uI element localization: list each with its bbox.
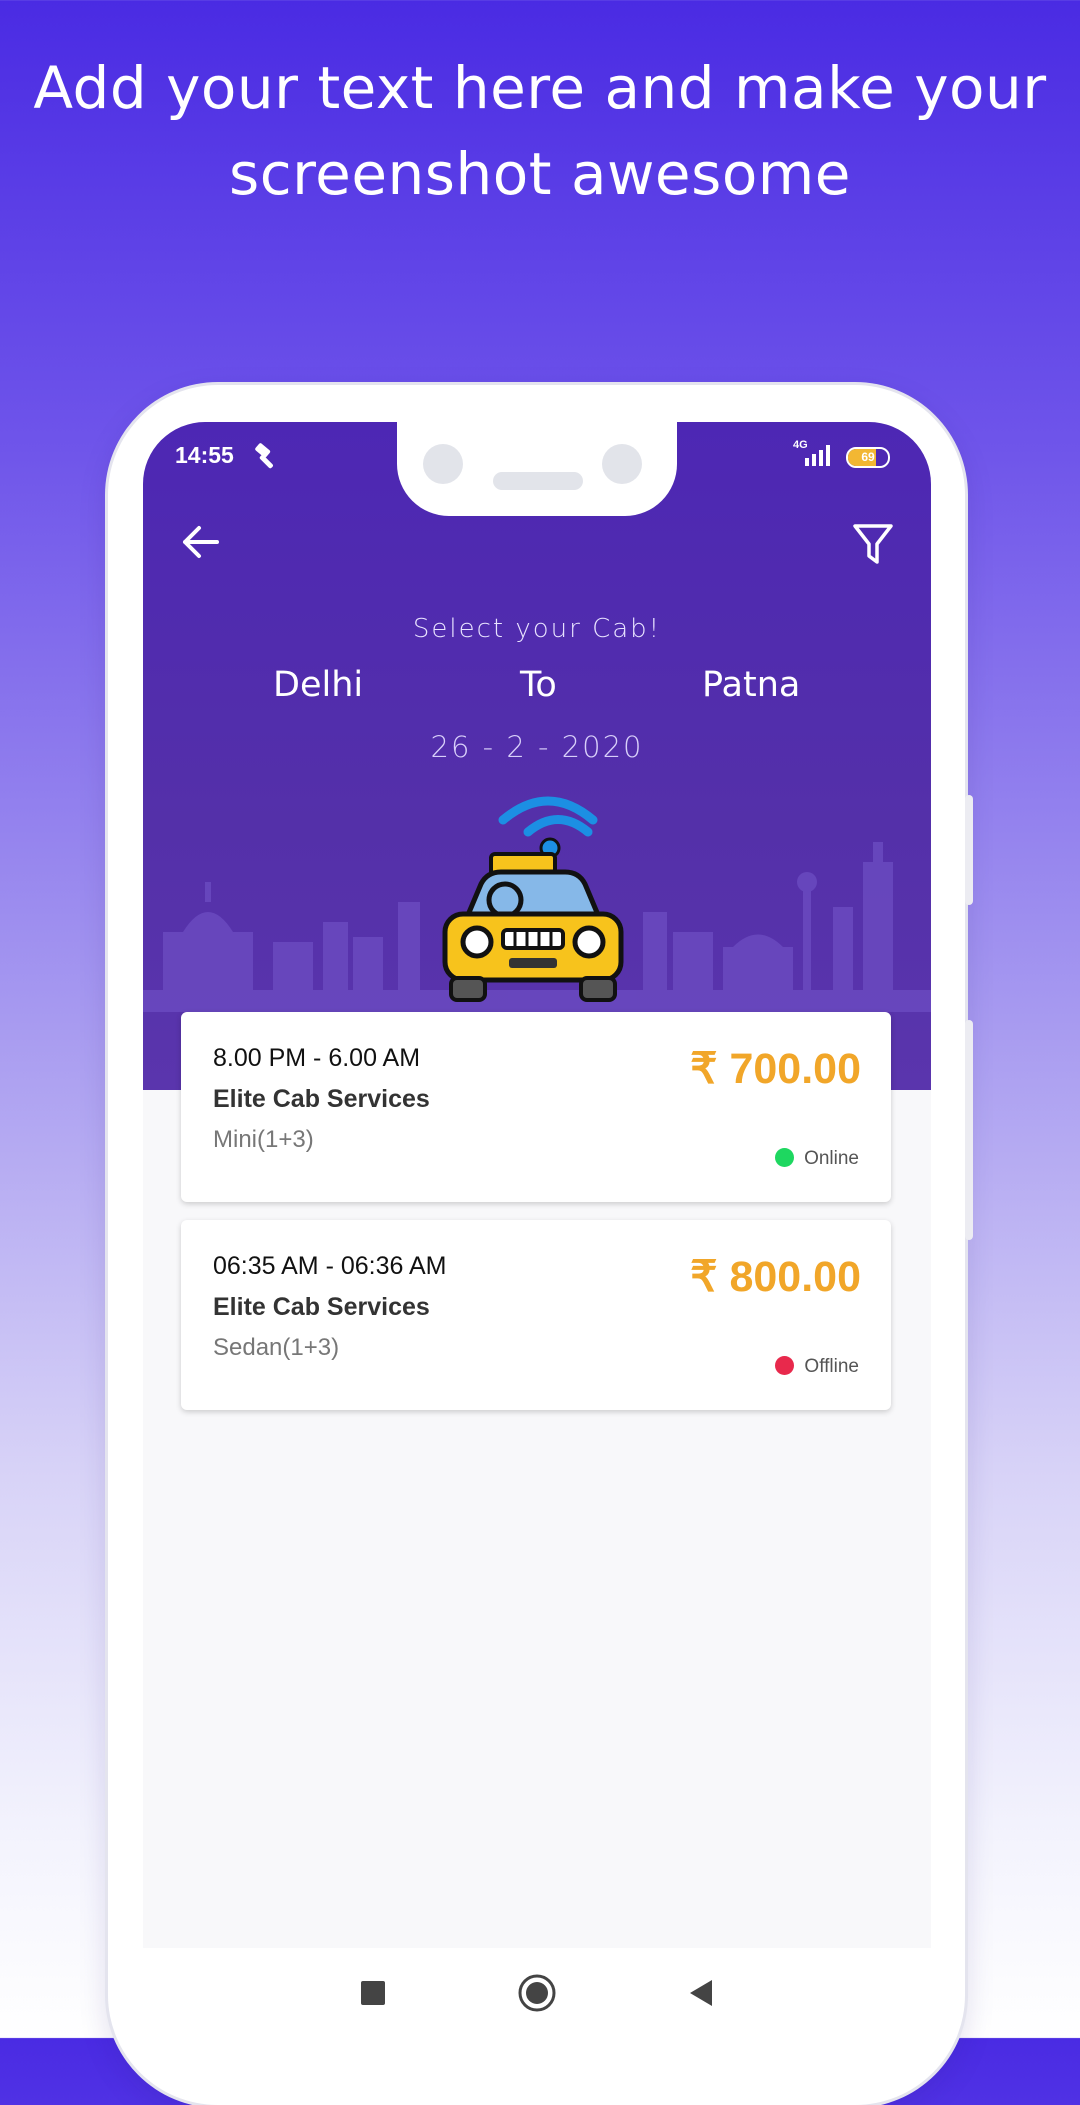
signal-icon <box>805 445 830 466</box>
route-to: Patna <box>702 665 801 705</box>
promo-headline: Add your text here and make your screens… <box>0 45 1080 217</box>
volume-button <box>965 795 973 905</box>
cab-card-1[interactable]: 8.00 PM - 6.00 AM Elite Cab Services Min… <box>181 1012 891 1202</box>
cab-price: ₹ 700.00 <box>690 1045 861 1093</box>
cab-card-2[interactable]: 06:35 AM - 06:36 AM Elite Cab Services S… <box>181 1220 891 1410</box>
triangle-back-icon[interactable] <box>676 1968 726 2018</box>
cab-status: Online <box>775 1148 859 1170</box>
front-sensor <box>602 444 642 484</box>
cab-status: Offline <box>775 1356 859 1378</box>
travel-date: 26 - 2 - 2020 <box>430 730 644 764</box>
status-time: 14:55 <box>175 442 234 468</box>
status-dot-icon <box>775 1148 795 1167</box>
promo-line-2: screenshot awesome <box>229 140 851 208</box>
cab-company: Elite Cab Services <box>213 1293 430 1321</box>
battery-icon: 69 <box>846 447 890 468</box>
system-nav-bar <box>143 1948 931 2038</box>
front-camera <box>423 444 463 484</box>
route-to-label: To <box>520 665 557 705</box>
power-button <box>965 1020 973 1240</box>
app-screen: 14:55 4G 69 Select your Cab! Delhi To Pa… <box>143 422 931 2038</box>
cab-type: Mini(1+3) <box>213 1126 314 1153</box>
hammer-icon <box>255 443 273 469</box>
arrow-left-icon[interactable] <box>171 512 231 572</box>
earpiece <box>493 472 583 490</box>
cab-status-label: Offline <box>804 1356 859 1377</box>
filter-icon[interactable] <box>843 514 903 574</box>
cab-type: Sedan(1+3) <box>213 1334 340 1361</box>
status-dot-icon <box>775 1356 795 1375</box>
camera-notch <box>397 422 677 516</box>
cab-time: 8.00 PM - 6.00 AM <box>213 1044 421 1072</box>
route-from: Delhi <box>273 665 364 705</box>
cab-time: 06:35 AM - 06:36 AM <box>213 1252 447 1280</box>
taxi-illustration <box>442 796 624 1002</box>
select-cab-title: Select your Cab! <box>412 614 662 644</box>
cab-status-label: Online <box>804 1148 859 1169</box>
cab-price: ₹ 800.00 <box>690 1253 861 1301</box>
square-icon[interactable] <box>348 1968 398 2018</box>
circle-icon[interactable] <box>512 1968 562 2018</box>
battery-level: 69 <box>861 450 875 464</box>
promo-line-1: Add your text here and make your <box>33 54 1047 122</box>
cab-company: Elite Cab Services <box>213 1085 430 1113</box>
header-banner: 14:55 4G 69 Select your Cab! Delhi To Pa… <box>143 422 931 1090</box>
